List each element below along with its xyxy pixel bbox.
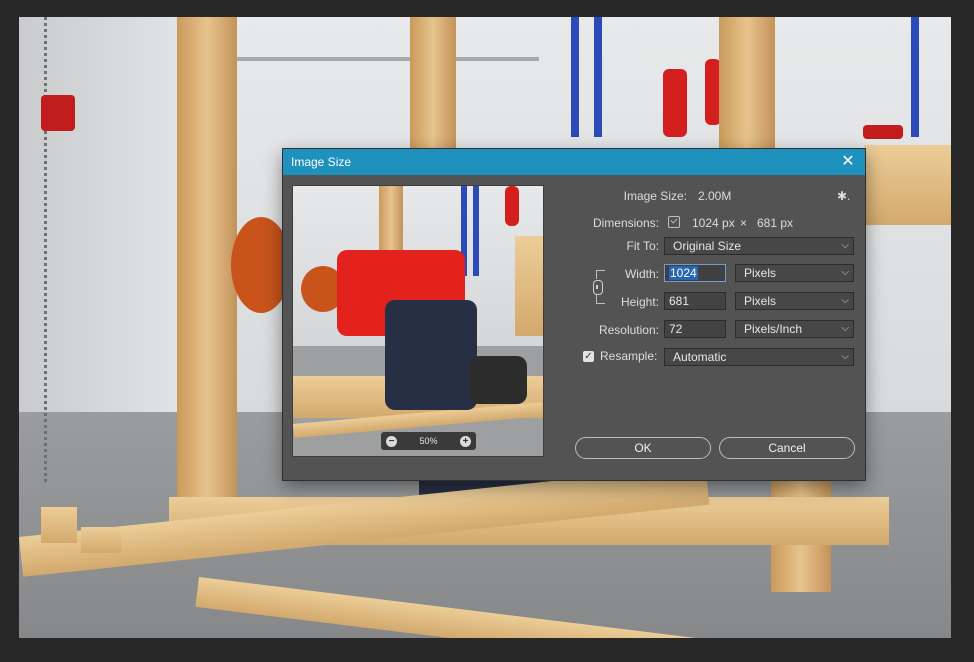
height-input[interactable]: 681 — [664, 292, 726, 310]
settings-gear-icon[interactable]: ✱. — [837, 189, 850, 203]
wall-socket — [41, 95, 75, 131]
resolution-input[interactable]: 72 — [664, 320, 726, 338]
resolution-label: Resolution: — [598, 323, 659, 337]
resolution-unit-value: Pixels/Inch — [744, 322, 803, 336]
dimensions-times: × — [740, 216, 748, 230]
timber-block — [41, 507, 77, 543]
ok-button[interactable]: OK — [575, 437, 711, 459]
fit-to-label: Fit To: — [626, 239, 659, 253]
height-unit-value: Pixels — [744, 294, 777, 308]
preview-blue-pipe — [473, 186, 479, 276]
preview-zoom-bar: − 50% + — [381, 432, 476, 450]
timber-post — [177, 17, 237, 537]
hanging-chain — [44, 17, 47, 482]
fire-extinguisher — [663, 69, 687, 137]
height-value: 681 — [669, 294, 690, 308]
fit-to-select[interactable]: Original Size ⌵ — [664, 237, 854, 255]
chevron-down-icon: ⌵ — [841, 351, 849, 362]
width-label: Width: — [624, 267, 659, 281]
width-value: 1024 — [669, 266, 698, 280]
chevron-down-icon: ⌵ — [841, 267, 849, 278]
zoom-out-icon[interactable]: − — [386, 435, 397, 447]
person-hair — [231, 217, 291, 313]
timber-stack — [864, 145, 951, 225]
constrain-proportions-link-icon[interactable] — [593, 280, 603, 295]
blue-pipe — [571, 17, 579, 137]
height-label: Height: — [620, 295, 659, 309]
width-unit-select[interactable]: Pixels ⌵ — [735, 264, 854, 282]
image-preview[interactable]: − 50% + — [292, 185, 544, 457]
image-size-value: 2.00M — [698, 189, 732, 203]
timber-block — [81, 527, 121, 553]
dialog-title: Image Size — [291, 155, 352, 169]
width-input[interactable]: 1024 — [664, 264, 726, 282]
resolution-value: 72 — [669, 322, 683, 336]
preview-timber-stack — [515, 236, 543, 336]
chevron-down-icon: ⌵ — [841, 240, 849, 251]
cancel-button[interactable]: Cancel — [719, 437, 855, 459]
red-sign — [863, 125, 903, 139]
image-size-dialog: Image Size ✕ − 50% + Image Size: 2.00M ✱… — [283, 149, 865, 480]
resample-checkbox[interactable]: ✓ — [583, 351, 594, 362]
preview-person-boot — [469, 356, 527, 404]
chevron-down-icon: ⌵ — [841, 323, 849, 334]
resample-select[interactable]: Automatic ⌵ — [664, 348, 854, 366]
resolution-unit-select[interactable]: Pixels/Inch ⌵ — [735, 320, 854, 338]
dialog-titlebar[interactable]: Image Size ✕ — [283, 149, 865, 175]
width-unit-value: Pixels — [744, 266, 777, 280]
close-icon[interactable]: ✕ — [839, 153, 857, 171]
blue-pipe — [594, 17, 602, 137]
timber-post — [410, 17, 456, 152]
zoom-level: 50% — [419, 436, 438, 446]
dimensions-height: 681 px — [757, 216, 794, 230]
resample-value: Automatic — [673, 350, 727, 364]
image-size-label: Image Size: — [623, 189, 687, 203]
height-unit-select[interactable]: Pixels ⌵ — [735, 292, 854, 310]
dimensions-label: Dimensions: — [592, 216, 659, 230]
chevron-down-icon: ⌵ — [841, 295, 849, 306]
dimensions-units-dropdown-icon[interactable] — [668, 216, 680, 228]
fit-to-value: Original Size — [673, 239, 742, 253]
preview-fire-extinguisher — [505, 186, 519, 226]
dimensions-width: 1024 px — [692, 216, 735, 230]
preview-person-jeans — [385, 300, 477, 410]
timber-post — [719, 17, 775, 152]
zoom-in-icon[interactable]: + — [459, 435, 471, 447]
wall-panel-band — [189, 57, 539, 61]
blue-pipe — [911, 17, 919, 137]
resample-label: Resample: — [600, 349, 658, 363]
